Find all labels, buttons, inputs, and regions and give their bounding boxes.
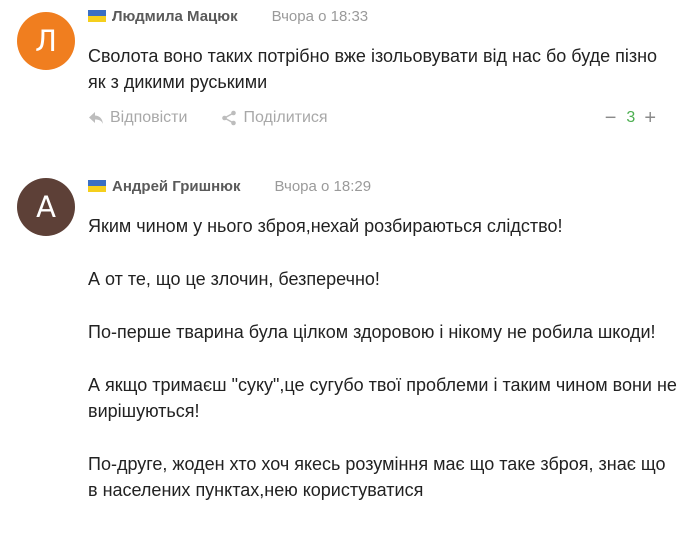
author-name[interactable]: Людмила Мацюк (112, 8, 238, 25)
downvote-button[interactable]: − (605, 108, 617, 128)
reply-arrow-icon (89, 112, 103, 124)
comment-time[interactable]: Вчора о 18:33 (272, 8, 369, 25)
comment-header: Людмила Мацюк Вчора о 18:33 (88, 6, 368, 26)
comment-text: Яким чином у нього зброя,нехай розбирают… (88, 213, 678, 503)
comment-paragraph: По-друге, жоден хто хоч якесь розуміння … (88, 454, 666, 500)
reply-button[interactable]: Відповісти (88, 109, 187, 127)
ukraine-flag-icon (88, 10, 106, 22)
comment-time[interactable]: Вчора о 18:29 (275, 178, 372, 195)
comment-text: Сволота воно таких потрібно вже ізольову… (88, 43, 678, 95)
ukraine-flag-icon (88, 180, 106, 192)
comment-paragraph: Яким чином у нього зброя,нехай розбирают… (88, 216, 563, 236)
comment-paragraph: А якщо тримаєш "суку",це сугубо твої про… (88, 375, 677, 421)
author-name[interactable]: Андрей Гришнюк (112, 178, 241, 195)
comment-paragraph: Сволота воно таких потрібно вже ізольову… (88, 46, 658, 92)
avatar[interactable]: А (17, 178, 75, 236)
reply-label: Відповісти (110, 109, 188, 126)
comment-paragraph: А от те, що це злочин, безперечно! (88, 269, 380, 289)
upvote-button[interactable]: + (644, 108, 656, 128)
vote-controls: − 3 + (605, 108, 656, 128)
avatar[interactable]: Л (17, 12, 75, 70)
comment-paragraph: По-перше тварина була цілком здоровою і … (88, 322, 656, 342)
comment-actions: Відповісти Поділитися − 3 + (88, 107, 656, 129)
comment-header: Андрей Гришнюк Вчора о 18:29 (88, 176, 371, 196)
share-label: Поділитися (243, 109, 328, 126)
share-button[interactable]: Поділитися (221, 109, 328, 127)
comment-2: А Андрей Гришнюк Вчора о 18:29 Яким чино… (0, 170, 688, 535)
comment-1: Л Людмила Мацюк Вчора о 18:33 Сволота во… (0, 0, 688, 140)
vote-score: 3 (626, 109, 636, 126)
share-icon (222, 110, 237, 126)
